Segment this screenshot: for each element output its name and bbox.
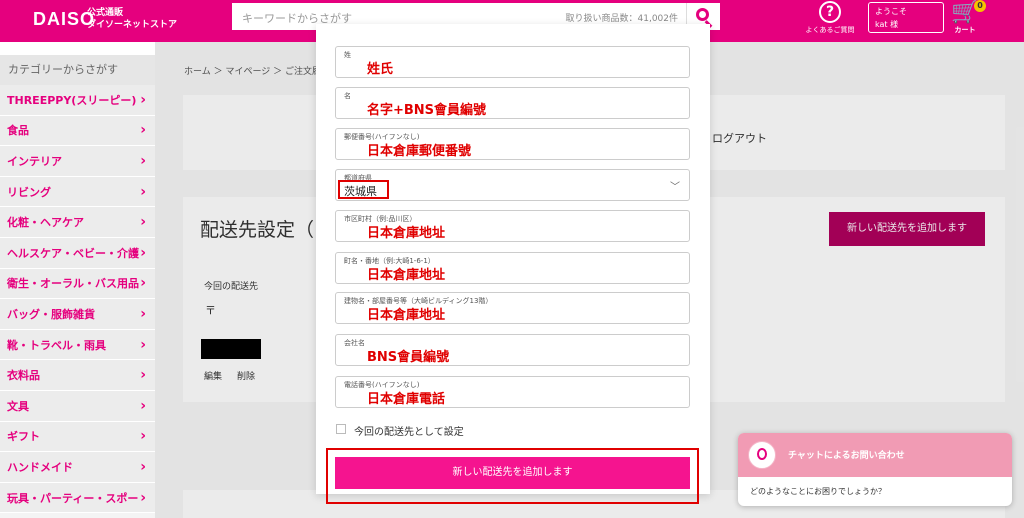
chat-title: チャットによるお問い合わせ xyxy=(788,451,905,461)
sidebar-item-shoes[interactable]: 靴・トラベル・雨具 › xyxy=(0,329,155,361)
cart-button[interactable]: 🛒 0 カート xyxy=(948,0,986,35)
postal-code-field[interactable]: 郵便番号(ハイフンなし) 日本倉庫郵便番號 xyxy=(335,128,690,160)
chat-widget[interactable]: チャットによるお問い合わせ どのようなことにお困りでしょうか？ xyxy=(738,433,1012,506)
prefecture-value: 茨城県 xyxy=(344,185,377,198)
field-value: 日本倉庫地址 xyxy=(367,268,446,283)
set-default-label[interactable]: 今回の配送先として設定 xyxy=(354,423,464,438)
chevron-right-icon: › xyxy=(140,458,146,475)
chevron-right-icon: › xyxy=(140,305,146,322)
sidebar-item-toys[interactable]: 玩具・パーティー・スポー › xyxy=(0,482,155,514)
chevron-right-icon: › xyxy=(140,122,146,139)
cart-count-badge: 0 xyxy=(974,0,986,12)
field-value: 名字+BNS會員編號 xyxy=(367,103,487,118)
chevron-right-icon: › xyxy=(140,428,146,445)
field-value: 日本倉庫電話 xyxy=(367,392,446,407)
set-default-checkbox[interactable] xyxy=(336,424,346,434)
logo-sub-line-1: 公式通販 xyxy=(87,8,124,18)
chevron-right-icon: › xyxy=(140,275,146,292)
faq-label: よくあるご質問 xyxy=(805,26,855,34)
sidebar-item-living[interactable]: リビング › xyxy=(0,176,155,208)
daiso-logo[interactable]: DAISO xyxy=(33,9,95,30)
chevron-right-icon: › xyxy=(140,489,146,506)
sidebar-item-cosmetics[interactable]: 化粧・ヘアケア › xyxy=(0,207,155,238)
chat-message: どのようなことにお困りでしょうか？ xyxy=(750,487,886,496)
field-label: 会社名 xyxy=(344,339,365,347)
search-icon xyxy=(696,8,709,21)
cart-label: カート xyxy=(954,26,976,34)
logo-subtitle: 公式通販 ダイソーネットストア xyxy=(87,7,177,31)
field-value: 姓氏 xyxy=(367,62,394,77)
sidebar-item-hygiene[interactable]: 衛生・オーラル・バス用品 › xyxy=(0,268,155,300)
chat-avatar-icon xyxy=(748,441,776,469)
chevron-right-icon: › xyxy=(140,152,146,169)
phone-field[interactable]: 電話番号(ハイフンなし) 日本倉庫電話 xyxy=(335,376,690,408)
field-value: 日本倉庫地址 xyxy=(367,226,446,241)
user-name: kat 様 xyxy=(875,20,899,29)
welcome-text: ようこそ xyxy=(875,7,907,16)
sidebar-item-clothing[interactable]: 衣料品 › xyxy=(0,360,155,391)
product-count: 取り扱い商品数：41,002件 xyxy=(565,14,679,24)
chat-header[interactable]: チャットによるお問い合わせ xyxy=(738,433,1012,477)
sidebar-item-interior[interactable]: インテリア › xyxy=(0,146,155,177)
logo-sub-line-2: ダイソーネットストア xyxy=(87,20,178,30)
last-name-field[interactable]: 姓 姓氏 xyxy=(335,46,690,78)
help-icon: ? xyxy=(819,1,841,23)
sidebar-item-bags[interactable]: バッグ・服飾雑貨 › xyxy=(0,299,155,330)
sidebar-heading: カテゴリーからさがす xyxy=(0,55,155,85)
chevron-right-icon: › xyxy=(140,336,146,353)
building-field[interactable]: 建物名・部屋番号等（大崎ビルディング13階） 日本倉庫地址 xyxy=(335,292,690,324)
field-value: 日本倉庫地址 xyxy=(367,308,446,323)
field-label: 名 xyxy=(344,92,351,100)
account-menu[interactable]: ようこそ kat 様 xyxy=(868,2,944,33)
chevron-down-icon: ﹀ xyxy=(670,182,680,193)
chevron-right-icon: › xyxy=(140,397,146,414)
city-field[interactable]: 市区町村（例:品川区） 日本倉庫地址 xyxy=(335,210,690,242)
sidebar-item-food[interactable]: 食品 › xyxy=(0,115,155,147)
street-field[interactable]: 町名・番地（例:大崎1-6-1） 日本倉庫地址 xyxy=(335,252,690,284)
sidebar-item-handmade[interactable]: ハンドメイド › xyxy=(0,452,155,483)
chevron-right-icon: › xyxy=(140,367,146,384)
submit-new-address-button[interactable]: 新しい配送先を追加します xyxy=(335,457,690,489)
company-field[interactable]: 会社名 BNS會員編號 xyxy=(335,334,690,366)
field-value: BNS會員編號 xyxy=(367,350,450,365)
chevron-right-icon: › xyxy=(140,214,146,231)
first-name-field[interactable]: 名 名字+BNS會員編號 xyxy=(335,87,690,119)
chevron-right-icon: › xyxy=(140,183,146,200)
sidebar-item-stationery[interactable]: 文具 › xyxy=(0,390,155,422)
field-label: 姓 xyxy=(344,51,351,59)
sidebar-item-threeppy[interactable]: THREEPPY(スリーピー) › xyxy=(0,85,155,116)
sidebar-item-healthcare[interactable]: ヘルスケア・ベビー・介護 › xyxy=(0,237,155,269)
sidebar-item-gift[interactable]: ギフト › xyxy=(0,421,155,453)
category-sidebar: カテゴリーからさがす THREEPPY(スリーピー) › 食品 › インテリア › リ… xyxy=(0,55,155,518)
chevron-right-icon: › xyxy=(140,91,146,108)
field-value: 日本倉庫郵便番號 xyxy=(367,144,472,159)
faq-link[interactable]: ? よくあるご質問 xyxy=(800,1,860,35)
chevron-right-icon: › xyxy=(140,244,146,261)
